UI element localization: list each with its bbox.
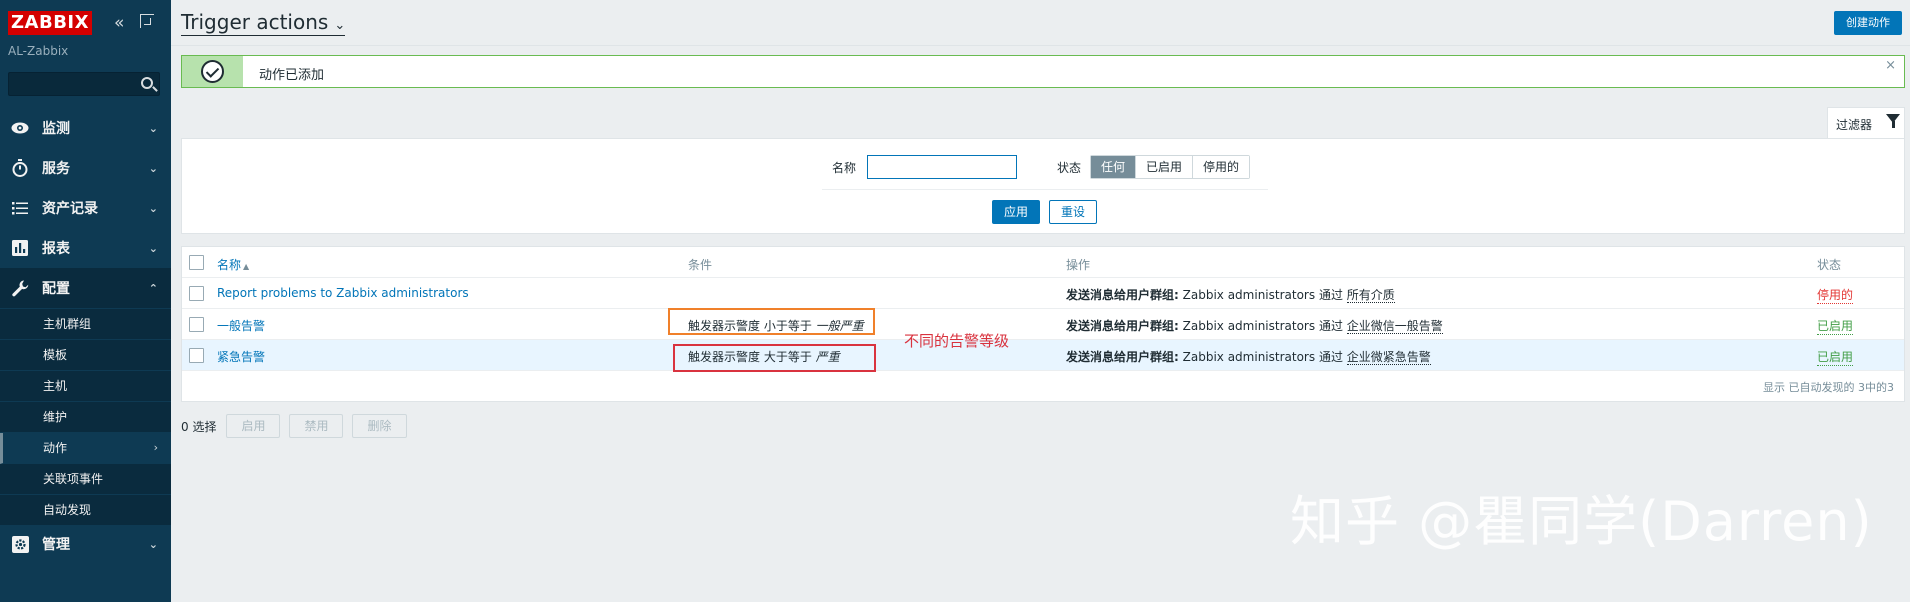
table-row: 一般告警 触发器示警度 小于等于 一般严重 发送消息给用户群组: Zabbix … — [182, 309, 1904, 340]
annotation-label: 不同的告警等级 — [904, 332, 1010, 350]
row-checkbox[interactable] — [189, 348, 204, 363]
eye-icon — [10, 118, 30, 138]
menu-label: 服务 — [42, 161, 70, 177]
configuration-submenu: 主机群组 模板 主机 维护 动作 › 关联项事件 自动发现 — [0, 309, 171, 526]
create-action-button[interactable]: 创建动作 — [1834, 11, 1902, 35]
filter-panel: 名称 状态 任何 已启用 停用的 应用 重设 — [181, 138, 1905, 234]
operation-cell: 发送消息给用户群组: Zabbix administrators 通过 企业微信… — [1066, 319, 1443, 334]
message-icon-box — [182, 56, 243, 87]
column-header-conditions: 条件 — [688, 258, 713, 272]
table-header-row: 名称 ▲ 条件 操作 状态 — [182, 247, 1904, 278]
submenu-templates[interactable]: 模板 — [0, 340, 171, 371]
search-icon[interactable] — [141, 77, 153, 89]
sort-asc-icon: ▲ — [243, 262, 250, 271]
bar-chart-icon — [10, 238, 30, 258]
action-name-link[interactable]: 一般告警 — [217, 317, 265, 334]
menu-label: 管理 — [42, 537, 70, 553]
sidebar: ZABBIX « AL-Zabbix 监测 ⌄ 服务 ⌄ 资产记录 ⌄ 报表 ⌄ — [0, 0, 171, 602]
actions-table: 名称 ▲ 条件 操作 状态 Report problems to Zabbix a… — [181, 246, 1905, 402]
success-message: 动作已添加 × — [181, 55, 1905, 88]
submenu-host-groups[interactable]: 主机群组 — [0, 309, 171, 340]
status-toggle[interactable]: 停用的 — [1817, 286, 1854, 304]
sidebar-search-input[interactable] — [8, 72, 160, 96]
menu-label: 配置 — [42, 281, 70, 297]
annotation-box-orange — [668, 308, 875, 335]
menu-configuration[interactable]: 配置 ⌃ — [0, 268, 171, 308]
status-toggle[interactable]: 已启用 — [1817, 317, 1854, 335]
chevron-down-icon: ⌄ — [148, 121, 158, 135]
submenu-maintenance[interactable]: 维护 — [0, 402, 171, 433]
status-option-enabled[interactable]: 已启用 — [1136, 156, 1194, 178]
filter-status-label: 状态 — [1057, 161, 1082, 175]
message-text: 动作已添加 — [259, 68, 325, 83]
reset-button[interactable]: 重设 — [1049, 200, 1097, 224]
chevron-up-icon: ⌃ — [148, 281, 158, 295]
close-icon[interactable]: × — [1885, 58, 1896, 73]
table-footer-count: 显示 已自动发现的 3中的3 — [1763, 381, 1894, 394]
menu-inventory[interactable]: 资产记录 ⌄ — [0, 188, 171, 228]
selected-count: 0 选择 — [181, 419, 217, 434]
zabbix-logo[interactable]: ZABBIX — [8, 11, 92, 35]
chevron-down-icon: ⌄ — [334, 18, 346, 33]
submenu-discovery[interactable]: 自动发现 — [0, 495, 171, 526]
action-name-link[interactable]: Report problems to Zabbix administrators — [217, 286, 469, 300]
check-circle-icon — [201, 60, 224, 83]
menu-reports[interactable]: 报表 ⌄ — [0, 228, 171, 268]
server-name: AL-Zabbix — [8, 44, 69, 58]
enable-button[interactable]: 启用 — [226, 414, 281, 438]
annotation-box-red — [673, 344, 876, 372]
column-header-status: 状态 — [1817, 258, 1842, 272]
filter-name-label: 名称 — [832, 161, 857, 175]
filter-tab[interactable]: 过滤器 — [1827, 107, 1905, 139]
filter-icon — [1886, 114, 1900, 128]
select-all-checkbox[interactable] — [189, 255, 204, 270]
mass-action-bar: 0 选择 启用 禁用 删除 — [181, 414, 416, 438]
status-option-disabled[interactable]: 停用的 — [1193, 156, 1250, 178]
submenu-event-correlation[interactable]: 关联项事件 — [0, 464, 171, 495]
menu-label: 资产记录 — [42, 201, 98, 217]
chevron-right-icon: › — [153, 441, 158, 454]
disable-button[interactable]: 禁用 — [289, 414, 344, 438]
filter-name-input[interactable] — [867, 155, 1017, 179]
table-row: 紧急告警 触发器示警度 大于等于 严重 发送消息给用户群组: Zabbix ad… — [182, 340, 1904, 371]
kiosk-mode-icon[interactable] — [140, 14, 154, 28]
chevron-down-icon: ⌄ — [148, 201, 158, 215]
header-divider — [171, 45, 1910, 46]
operation-cell: 发送消息给用户群组: Zabbix administrators 通过 企业微紧… — [1066, 350, 1431, 365]
filter-tab-label: 过滤器 — [1836, 118, 1873, 132]
page-title[interactable]: Trigger actions ⌄ — [181, 10, 346, 36]
action-name-link[interactable]: 紧急告警 — [217, 348, 265, 365]
status-option-any[interactable]: 任何 — [1091, 156, 1137, 178]
wrench-icon — [10, 278, 30, 298]
column-header-name[interactable]: 名称 ▲ — [217, 256, 249, 273]
submenu-actions[interactable]: 动作 › — [0, 433, 171, 464]
chevron-down-icon: ⌄ — [148, 241, 158, 255]
operation-cell: 发送消息给用户群组: Zabbix administrators 通过 所有介质 — [1066, 288, 1395, 303]
menu-label: 报表 — [42, 241, 70, 257]
delete-button[interactable]: 删除 — [352, 414, 407, 438]
menu-label: 监测 — [42, 121, 70, 137]
gear-icon — [10, 534, 30, 554]
table-row: Report problems to Zabbix administrators… — [182, 278, 1904, 309]
menu-monitoring[interactable]: 监测 ⌄ — [0, 108, 171, 148]
apply-button[interactable]: 应用 — [992, 200, 1040, 224]
row-checkbox[interactable] — [189, 286, 204, 301]
submenu-label: 动作 — [43, 441, 68, 455]
page-title-text: Trigger actions — [181, 10, 329, 34]
column-header-operations: 操作 — [1066, 258, 1091, 272]
watermark: 知乎 @瞿同学(Darren) — [1290, 490, 1873, 553]
collapse-sidebar-icon[interactable]: « — [114, 13, 124, 33]
list-icon — [10, 198, 30, 218]
status-toggle[interactable]: 已启用 — [1817, 348, 1854, 366]
menu-services[interactable]: 服务 ⌄ — [0, 148, 171, 188]
chevron-down-icon: ⌄ — [148, 537, 158, 551]
row-checkbox[interactable] — [189, 317, 204, 332]
menu-administration[interactable]: 管理 ⌄ — [0, 524, 171, 564]
filter-divider — [822, 189, 1268, 190]
submenu-hosts[interactable]: 主机 — [0, 371, 171, 402]
filter-status-toggle: 任何 已启用 停用的 — [1090, 155, 1251, 179]
stopwatch-icon — [10, 158, 30, 178]
chevron-down-icon: ⌄ — [148, 161, 158, 175]
